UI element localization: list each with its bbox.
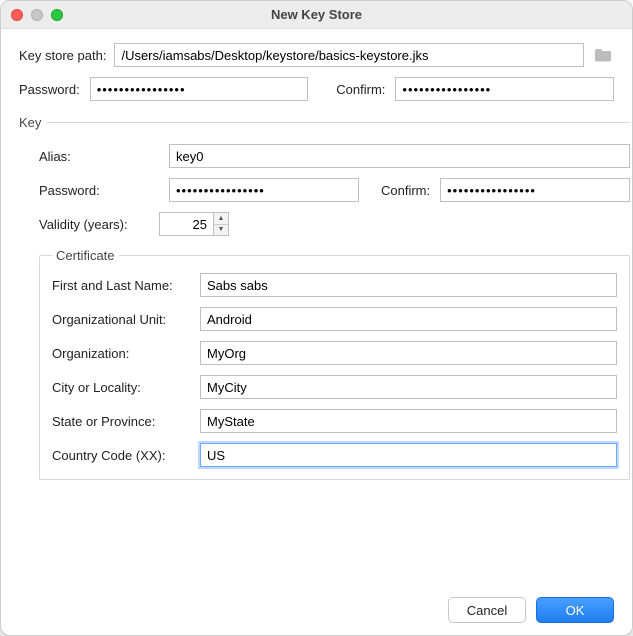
cert-name-label: First and Last Name:: [52, 278, 192, 293]
dialog-content: Key store path: Password: Confirm: Key A…: [1, 29, 632, 635]
window-minimize-button[interactable]: [31, 9, 43, 21]
window-close-button[interactable]: [11, 9, 23, 21]
keystore-confirm-label: Confirm:: [336, 82, 385, 97]
window-controls: [11, 9, 63, 21]
cert-ou-input[interactable]: [200, 307, 617, 331]
keystore-password-label: Password:: [19, 82, 80, 97]
certificate-legend: Certificate: [52, 248, 119, 263]
titlebar: New Key Store: [1, 1, 632, 29]
cert-cc-label: Country Code (XX):: [52, 448, 192, 463]
cert-city-input[interactable]: [200, 375, 617, 399]
key-group: Key Alias: Password: Confirm: Validity (…: [19, 115, 630, 480]
keystore-password-input[interactable]: [90, 77, 309, 101]
dialog-window: New Key Store Key store path: Password: …: [0, 0, 633, 636]
browse-folder-icon[interactable]: [592, 46, 614, 64]
alias-input[interactable]: [169, 144, 630, 168]
cert-org-label: Organization:: [52, 346, 192, 361]
key-confirm-input[interactable]: [440, 178, 630, 202]
validity-label: Validity (years):: [39, 217, 149, 232]
alias-label: Alias:: [39, 149, 159, 164]
keystore-confirm-input[interactable]: [395, 77, 614, 101]
cert-cc-input[interactable]: [200, 443, 617, 467]
certificate-group: Certificate First and Last Name: Organiz…: [39, 248, 630, 480]
dialog-title: New Key Store: [1, 7, 632, 22]
validity-step-down[interactable]: ▼: [214, 225, 228, 236]
validity-step-up[interactable]: ▲: [214, 213, 228, 225]
ok-button[interactable]: OK: [536, 597, 614, 623]
cert-ou-label: Organizational Unit:: [52, 312, 192, 327]
cert-name-input[interactable]: [200, 273, 617, 297]
cert-org-input[interactable]: [200, 341, 617, 365]
cert-state-label: State or Province:: [52, 414, 192, 429]
cert-state-input[interactable]: [200, 409, 617, 433]
key-confirm-label: Confirm:: [381, 183, 430, 198]
key-password-input[interactable]: [169, 178, 359, 202]
keystore-path-label: Key store path:: [19, 48, 106, 63]
validity-input[interactable]: [159, 212, 213, 236]
validity-spinner[interactable]: ▲ ▼: [159, 212, 229, 236]
cancel-button[interactable]: Cancel: [448, 597, 526, 623]
key-legend: Key: [19, 115, 41, 130]
window-maximize-button[interactable]: [51, 9, 63, 21]
dialog-footer: Cancel OK: [19, 583, 614, 623]
key-password-label: Password:: [39, 183, 159, 198]
keystore-path-input[interactable]: [114, 43, 584, 67]
cert-city-label: City or Locality:: [52, 380, 192, 395]
